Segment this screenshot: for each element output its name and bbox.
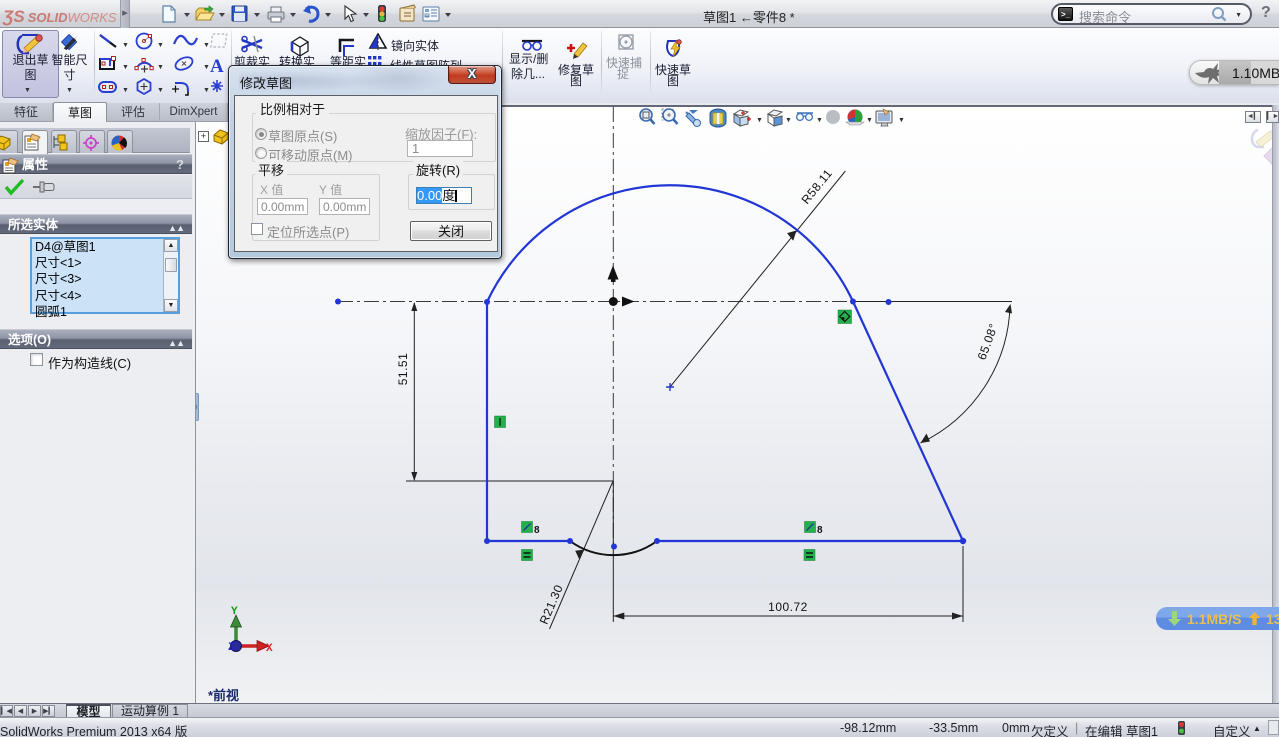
svg-text:R21.30: R21.30 (537, 583, 566, 627)
svg-text:R58.11: R58.11 (799, 166, 836, 207)
svg-text:65.08°: 65.08° (975, 321, 1001, 361)
svg-text:▼: ▼ (203, 87, 210, 94)
svg-text:8: 8 (534, 525, 540, 536)
svg-text:▼: ▼ (203, 64, 210, 71)
svg-text:▼: ▼ (122, 64, 129, 71)
svg-text:▼: ▼ (203, 42, 210, 49)
svg-text:8: 8 (817, 525, 823, 536)
svg-text:X: X (266, 643, 273, 655)
svg-text:▼: ▼ (157, 42, 164, 49)
svg-text:▼: ▼ (157, 64, 164, 71)
svg-text:Z: Z (228, 642, 235, 654)
svg-text:100.72: 100.72 (768, 600, 808, 614)
svg-text:▼: ▼ (122, 42, 129, 49)
svg-text:51.51: 51.51 (396, 353, 410, 386)
svg-text:*前视: *前视 (208, 688, 239, 703)
svg-text:A: A (210, 56, 224, 77)
svg-text:Y: Y (231, 606, 238, 618)
svg-text:▼: ▼ (122, 87, 129, 94)
svg-text:▼: ▼ (157, 87, 164, 94)
